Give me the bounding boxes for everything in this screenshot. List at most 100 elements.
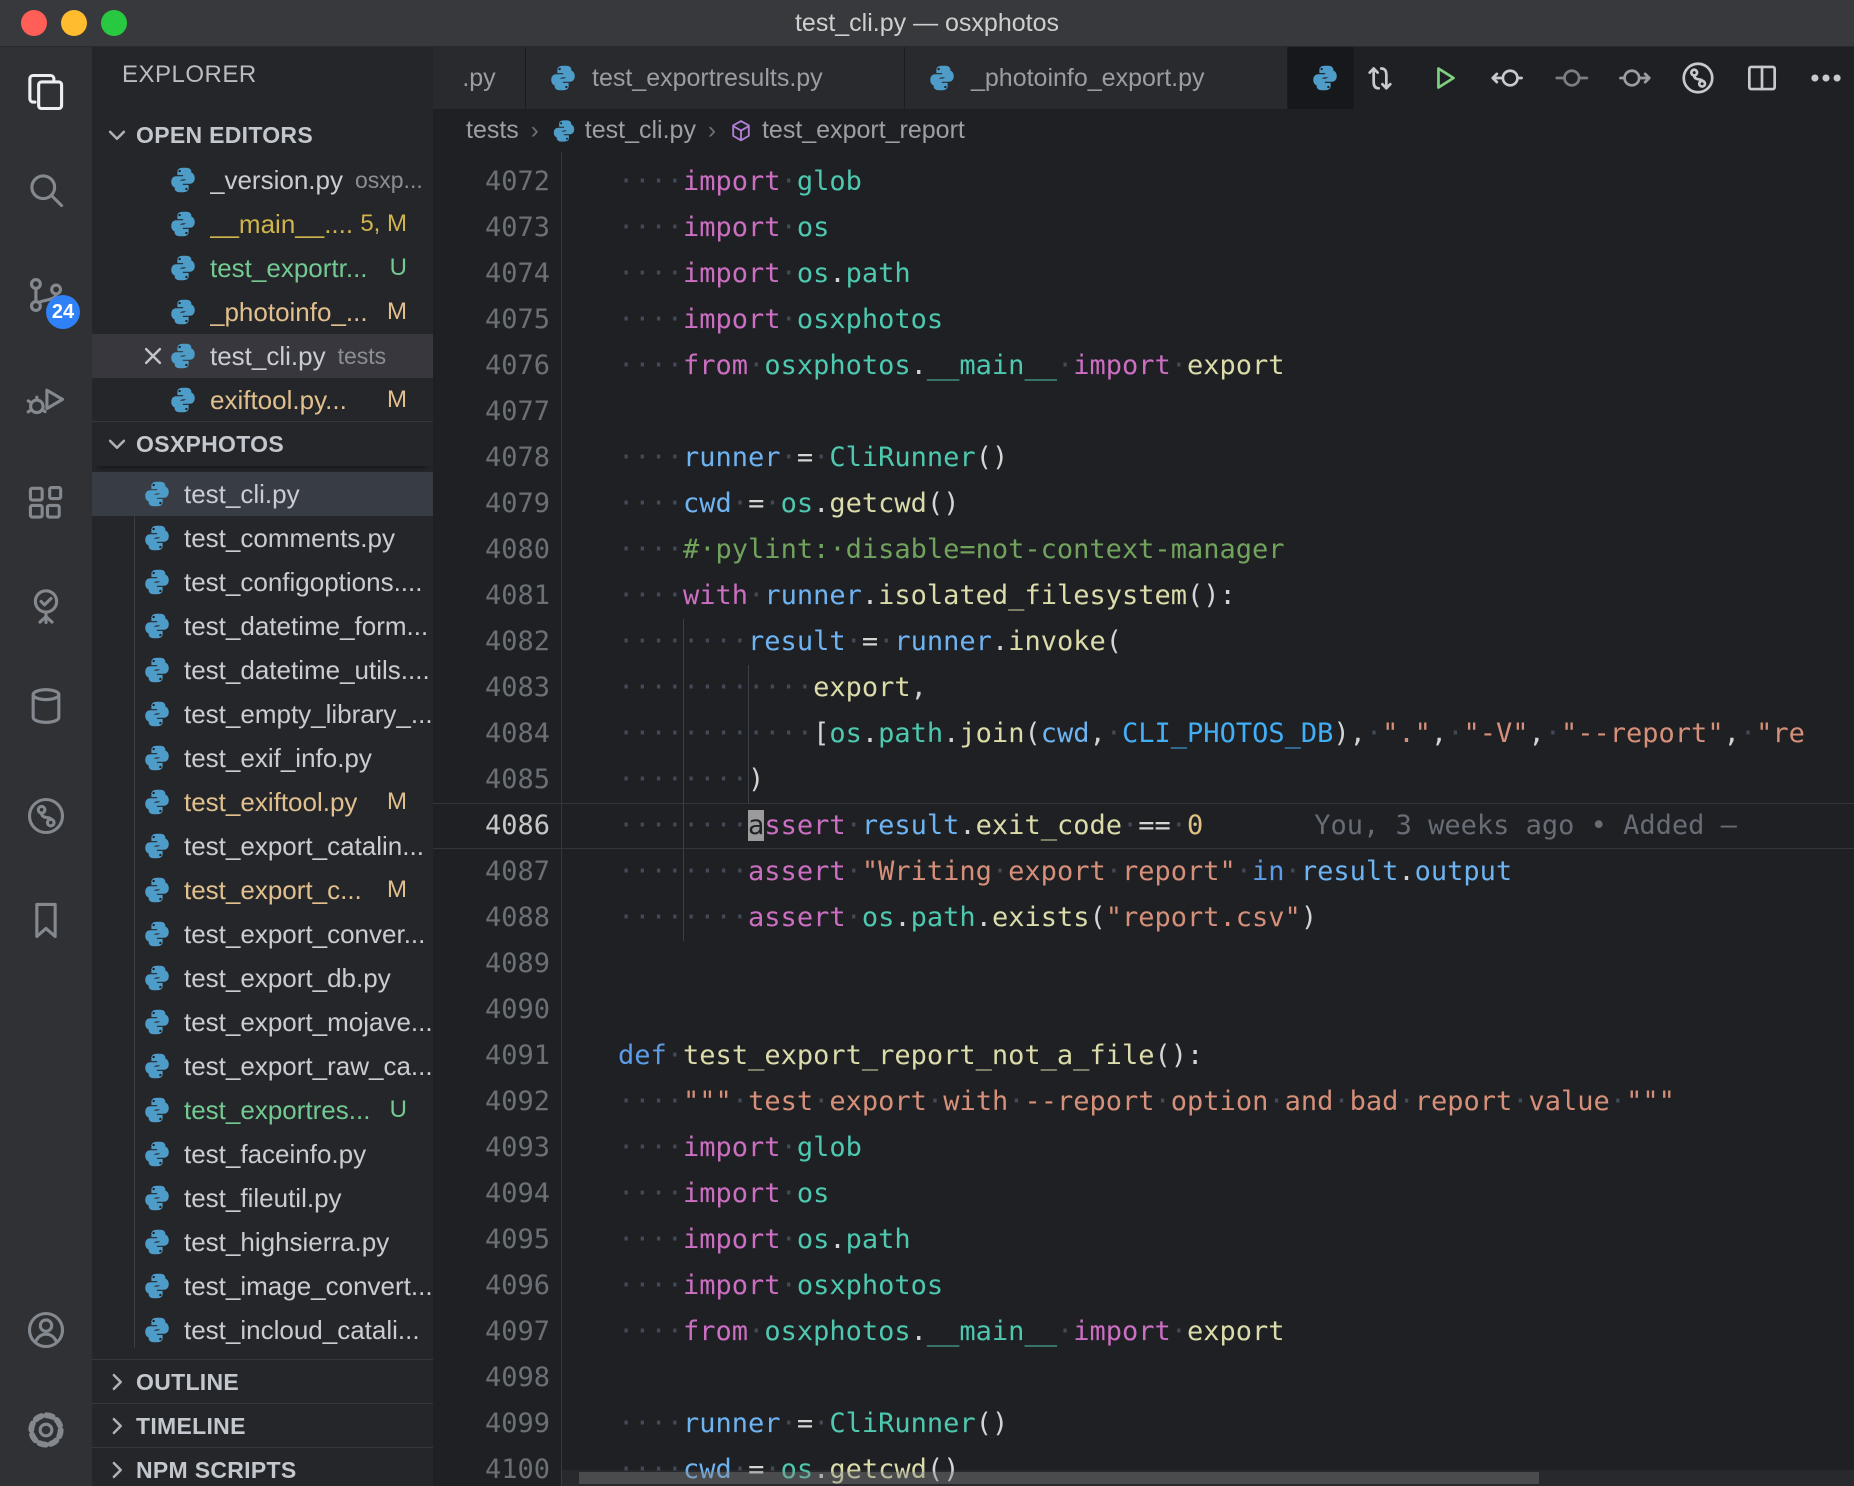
code-line-4085[interactable]: 4085········) — [433, 757, 1854, 803]
code-line-4097[interactable]: 4097····from·osxphotos.__main__·import·e… — [433, 1309, 1854, 1355]
activity-bookmark-icon[interactable] — [0, 876, 92, 964]
activity-account-icon[interactable] — [0, 1286, 92, 1374]
close-icon[interactable] — [138, 341, 168, 371]
open-editor-test_cli.py[interactable]: test_cli.pytests — [92, 334, 433, 378]
tab-.py[interactable]: .py — [433, 47, 526, 109]
code-line-4094[interactable]: 4094····import·os — [433, 1171, 1854, 1217]
tree-item-test_highsierra.py[interactable]: test_highsierra.py — [92, 1220, 433, 1264]
activity-files-icon[interactable] — [0, 48, 92, 136]
line-number: 4080 — [433, 527, 550, 573]
breadcrumb-item[interactable]: test_cli.py — [585, 116, 696, 145]
code-line-4081[interactable]: 4081····with·runner.isolated_filesystem(… — [433, 573, 1854, 619]
toolbar-sync-compare-icon[interactable] — [1361, 59, 1399, 97]
code-line-4098[interactable]: 4098 — [433, 1355, 1854, 1401]
activity-database-icon[interactable] — [0, 662, 92, 750]
code-line-4078[interactable]: 4078····runner·=·CliRunner() — [433, 435, 1854, 481]
toolbar-gitlens-icon[interactable] — [1679, 59, 1717, 97]
tree-item-test_configoptions....[interactable]: test_configoptions.... — [92, 560, 433, 604]
code-line-4079[interactable]: 4079····cwd·=·os.getcwd() — [433, 481, 1854, 527]
toolbar-nav-forward-circle-icon[interactable] — [1616, 59, 1654, 97]
tree-item-test_export_mojave...[interactable]: test_export_mojave... — [92, 1000, 433, 1044]
code-line-4074[interactable]: 4074····import·os.path — [433, 251, 1854, 297]
code-line-4080[interactable]: 4080····#·pylint:·disable=not-context-ma… — [433, 527, 1854, 573]
section-header-outline[interactable]: OUTLINE — [92, 1359, 433, 1404]
tree-item-test_export_conver...[interactable]: test_export_conver... — [92, 912, 433, 956]
activity-source-control-icon[interactable]: 24 — [0, 251, 92, 339]
open-editor-exiftool.py...[interactable]: exiftool.py...M — [92, 378, 433, 422]
tree-item-test_incloud_catali...[interactable]: test_incloud_catali... — [92, 1308, 433, 1352]
code-line-4076[interactable]: 4076····from·osxphotos.__main__·import·e… — [433, 343, 1854, 389]
code-line-4093[interactable]: 4093····import·glob — [433, 1125, 1854, 1171]
tab-pinned-active[interactable] — [1288, 47, 1354, 109]
activity-run-debug-icon[interactable] — [0, 355, 92, 443]
section-header-osxphotos[interactable]: OSXPHOTOS — [92, 421, 433, 466]
horizontal-scrollbar[interactable] — [561, 1470, 1854, 1486]
indent-guide — [748, 665, 749, 803]
tree-item-test_exif_info.py[interactable]: test_exif_info.py — [92, 736, 433, 780]
code-line-4087[interactable]: 4087········assert·"Writing·export·repor… — [433, 849, 1854, 895]
tree-item-test_comments.py[interactable]: test_comments.py — [92, 516, 433, 560]
tab-_photoinfo_export.py[interactable]: _photoinfo_export.py — [905, 47, 1288, 109]
line-number: 4082 — [433, 619, 550, 665]
section-header-npm-scripts[interactable]: NPM SCRIPTS — [92, 1447, 433, 1486]
toolbar-nav-back-circle-icon[interactable] — [1488, 59, 1526, 97]
tree-item-test_cli.py[interactable]: test_cli.py — [92, 472, 433, 516]
code-line-4086[interactable]: 4086········assert·result.exit_code·==·0… — [433, 803, 1854, 849]
code-line-4083[interactable]: 4083············export, — [433, 665, 1854, 711]
code-line-4075[interactable]: 4075····import·osxphotos — [433, 297, 1854, 343]
code-line-4089[interactable]: 4089 — [433, 941, 1854, 987]
toolbar-nav-circle-icon[interactable] — [1552, 59, 1590, 97]
tree-item-test_datetime_form...[interactable]: test_datetime_form... — [92, 604, 433, 648]
python-icon — [142, 1007, 172, 1037]
tree-item-test_exiftool.py[interactable]: test_exiftool.pyM — [92, 780, 433, 824]
breadcrumb-item[interactable]: tests — [466, 116, 519, 145]
toolbar-more-actions-icon[interactable] — [1807, 59, 1845, 97]
python-icon — [548, 63, 578, 93]
code-line-4099[interactable]: 4099····runner·=·CliRunner() — [433, 1401, 1854, 1447]
code-line-4090[interactable]: 4090 — [433, 987, 1854, 1033]
code-line-4077[interactable]: 4077 — [433, 389, 1854, 435]
tree-item-test_datetime_utils....[interactable]: test_datetime_utils.... — [92, 648, 433, 692]
section-header-timeline[interactable]: TIMELINE — [92, 1403, 433, 1448]
code-line-4091[interactable]: 4091def·test_export_report_not_a_file(): — [433, 1033, 1854, 1079]
open-editor-_version.py[interactable]: _version.pyosxp... — [92, 158, 433, 202]
breadcrumb[interactable]: tests›test_cli.py›test_export_report — [433, 109, 1854, 152]
scrollbar-slider[interactable] — [579, 1472, 1539, 1484]
file-description: osxp... — [355, 167, 423, 194]
code-line-4073[interactable]: 4073····import·os — [433, 205, 1854, 251]
code-line-4092[interactable]: 4092····"""·test·export·with·--report·op… — [433, 1079, 1854, 1125]
open-editor-test_exportr...[interactable]: test_exportr...U — [92, 246, 433, 290]
activity-tree-check-icon[interactable] — [0, 562, 92, 650]
toolbar-split-editor-icon[interactable] — [1743, 59, 1781, 97]
breadcrumb-item[interactable]: test_export_report — [762, 116, 965, 145]
file-label: test_export_catalin... — [184, 831, 424, 862]
code-line-4084[interactable]: 4084············[os.path.join(cwd,·CLI_P… — [433, 711, 1854, 757]
toolbar-run-icon[interactable] — [1425, 59, 1463, 97]
line-number: 4079 — [433, 481, 550, 527]
tree-item-test_fileutil.py[interactable]: test_fileutil.py — [92, 1176, 433, 1220]
tree-item-test_image_convert...[interactable]: test_image_convert... — [92, 1264, 433, 1308]
open-editor-_photoinfo_...[interactable]: _photoinfo_...M — [92, 290, 433, 334]
tree-item-test_export_raw_ca...[interactable]: test_export_raw_ca... — [92, 1044, 433, 1088]
code-line-4082[interactable]: 4082········result·=·runner.invoke( — [433, 619, 1854, 665]
activity-search-icon[interactable] — [0, 146, 92, 234]
python-icon — [142, 479, 172, 509]
tree-item-test_export_db.py[interactable]: test_export_db.py — [92, 956, 433, 1000]
activity-gitlens-icon[interactable] — [0, 772, 92, 860]
activity-settings-gear-icon[interactable] — [0, 1386, 92, 1474]
tree-item-test_faceinfo.py[interactable]: test_faceinfo.py — [92, 1132, 433, 1176]
code-line-4072[interactable]: 4072····import·glob — [433, 159, 1854, 205]
tab-test_exportresults.py[interactable]: test_exportresults.py — [526, 47, 905, 109]
tree-item-test_empty_library_...[interactable]: test_empty_library_... — [92, 692, 433, 736]
code-line-4088[interactable]: 4088········assert·os.path.exists("repor… — [433, 895, 1854, 941]
activity-extensions-icon[interactable] — [0, 459, 92, 547]
line-number: 4073 — [433, 205, 550, 251]
code-line-4096[interactable]: 4096····import·osxphotos — [433, 1263, 1854, 1309]
tree-item-test_exportres...[interactable]: test_exportres...U — [92, 1088, 433, 1132]
tree-item-test_export_catalin...[interactable]: test_export_catalin... — [92, 824, 433, 868]
section-header-open-editors[interactable]: OPEN EDITORS — [92, 113, 433, 157]
tree-item-test_export_c...[interactable]: test_export_c...M — [92, 868, 433, 912]
open-editor-__main__....[interactable]: __main__....5, M — [92, 202, 433, 246]
code-editor[interactable]: 4072····import·glob4073····import·os4074… — [433, 152, 1854, 1486]
code-line-4095[interactable]: 4095····import·os.path — [433, 1217, 1854, 1263]
